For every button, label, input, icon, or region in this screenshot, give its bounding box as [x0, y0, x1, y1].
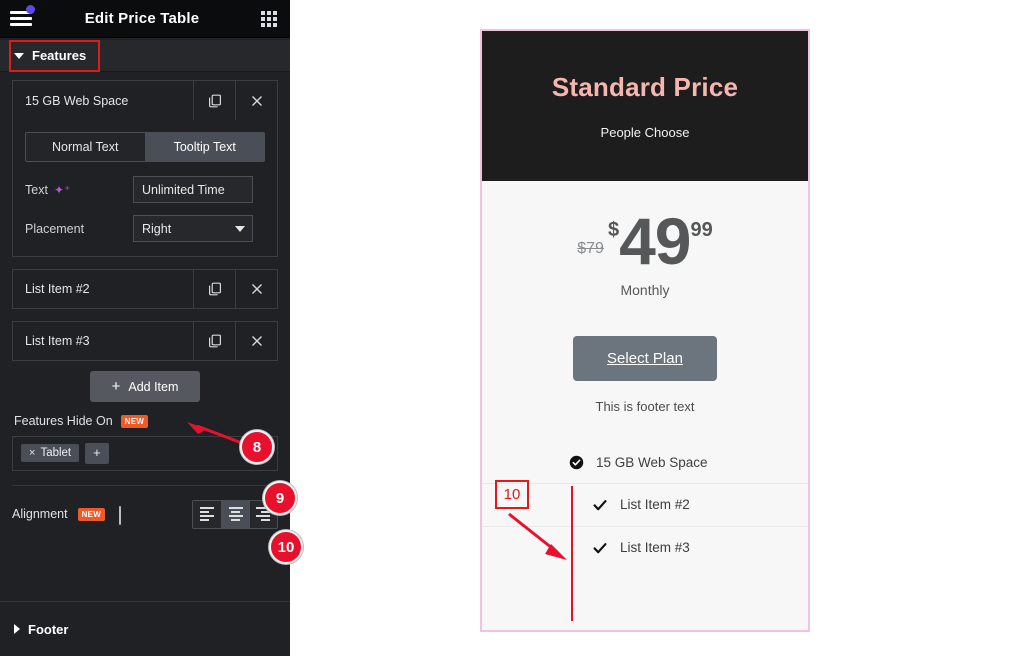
divider [12, 484, 278, 486]
text-field-row: Text ✦⁺ [25, 176, 265, 203]
app-screen: Edit Price Table Features 15 GB Web Spac… [0, 0, 1024, 656]
price-table-title: Standard Price [551, 72, 739, 102]
notification-dot-icon [26, 5, 35, 14]
price-table-subtitle: People Choose [600, 125, 690, 140]
features-hide-on-label: Features Hide On [14, 414, 113, 428]
repeater-item-header[interactable]: List Item #3 [12, 321, 278, 361]
tab-normal-text[interactable]: Normal Text [26, 133, 145, 161]
alignment-row: Alignment NEW [12, 499, 278, 529]
placement-field-row: Placement Right [25, 215, 265, 242]
align-left-button[interactable] [193, 500, 221, 528]
check-icon [592, 497, 608, 513]
annotation-arrow-10 [508, 512, 567, 560]
copy-icon[interactable] [193, 81, 235, 120]
section-label-features: Features [32, 48, 87, 63]
page-title: Edit Price Table [84, 10, 200, 27]
list-item-label: List Item #2 [620, 497, 690, 513]
new-badge: NEW [120, 414, 149, 428]
section-label-footer: Footer [28, 621, 69, 637]
annotation-marker-8: 8 [240, 430, 274, 464]
tag-tablet[interactable]: × Tablet [21, 444, 80, 463]
repeater-item-label: 15 GB Web Space [25, 93, 129, 108]
select-plan-button[interactable]: Select Plan [573, 335, 717, 381]
section-header-footer[interactable]: Footer [0, 602, 290, 656]
annotation-marker-9: 9 [263, 481, 297, 515]
plus-icon: + [111, 378, 121, 395]
chevron-right-icon [14, 624, 20, 634]
hamburger-icon[interactable] [6, 5, 36, 26]
chevron-down-icon [235, 226, 245, 232]
repeater-item-label: List Item #3 [25, 334, 90, 348]
copy-icon[interactable] [193, 270, 235, 308]
text-field-label: Text ✦⁺ [25, 182, 71, 197]
price-period: Monthly [620, 281, 670, 298]
annotation-marker-10: 10 [269, 530, 303, 564]
annotation-callout-10: 10 [495, 480, 529, 509]
close-icon[interactable] [235, 322, 277, 360]
copy-icon[interactable] [193, 322, 235, 360]
price-integer: 49 [619, 204, 691, 278]
close-icon[interactable]: × [29, 447, 35, 459]
close-icon[interactable] [235, 270, 277, 308]
repeater-item-header[interactable]: List Item #2 [12, 269, 278, 309]
price-table-header: Standard Price People Choose [482, 31, 808, 181]
check-circle-filled-icon [568, 455, 584, 470]
section-header-features[interactable]: Features [0, 40, 290, 72]
editor-panel: Edit Price Table Features 15 GB Web Spac… [0, 0, 290, 656]
grid-icon[interactable] [256, 10, 282, 27]
list-item-label: 15 GB Web Space [596, 454, 708, 470]
repeater-item-label: List Item #2 [25, 282, 90, 296]
text-type-tabs: Normal Text Tooltip Text [25, 132, 265, 162]
desktop-monitor-icon[interactable] [119, 506, 135, 526]
align-center-button[interactable] [221, 500, 249, 528]
original-price: $79 [577, 239, 604, 257]
tab-tooltip-text[interactable]: Tooltip Text [144, 133, 264, 161]
preview-canvas: Standard Price People Choose $79 $ 49 99… [290, 0, 1024, 656]
repeater-item-settings: Normal Text Tooltip Text Text ✦⁺ Placeme… [12, 120, 278, 257]
list-item[interactable]: 15 GB Web Space [482, 442, 808, 483]
new-badge: NEW [77, 507, 106, 521]
tag-label: Tablet [40, 447, 72, 460]
ai-sparkle-icon[interactable]: ✦⁺ [54, 184, 70, 196]
panel-header: Edit Price Table [0, 0, 290, 38]
currency-symbol: $ [607, 219, 620, 241]
price-table-footer-text: This is footer text [595, 398, 695, 414]
add-tag-button[interactable]: + [85, 443, 109, 464]
repeater-item-header[interactable]: 15 GB Web Space [12, 80, 278, 120]
list-item-label: List Item #3 [620, 540, 690, 556]
price-fraction: 99 [690, 219, 713, 241]
close-icon[interactable] [235, 81, 277, 120]
add-item-button[interactable]: + Add Item [89, 371, 201, 402]
chevron-down-icon [14, 52, 24, 59]
add-item-label: Add Item [128, 379, 179, 394]
text-input[interactable] [133, 176, 253, 203]
alignment-label: Alignment [12, 507, 68, 522]
check-icon [592, 540, 608, 556]
placement-field-label: Placement [25, 221, 85, 236]
price-block: $79 $ 49 99 [482, 204, 808, 278]
